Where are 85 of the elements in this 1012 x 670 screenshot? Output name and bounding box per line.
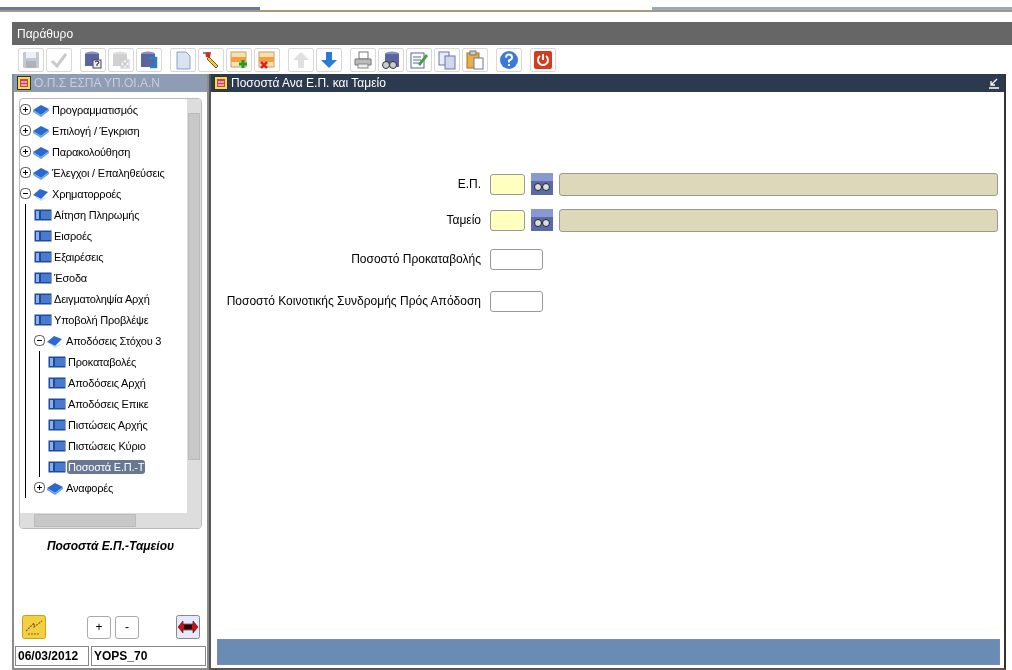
tree-item[interactable]: Αποδόσεις Επικε [67,396,150,411]
tree-item[interactable]: Χρηματορροές [51,186,123,201]
form-caption: Ποσοστά Ε.Π.-Ταμείου [45,539,176,553]
expand-icon[interactable] [20,167,31,178]
expand-icon[interactable] [34,482,45,493]
expand-icon[interactable] [20,104,31,115]
help-icon [499,50,519,70]
table-add-icon [229,50,249,70]
field-label: Ε.Π. [456,177,481,191]
status-field: 06/03/2012 [15,646,89,666]
horizontal-scrollbar[interactable] [20,513,201,528]
toolbar-button[interactable] [136,48,162,72]
input-field[interactable] [490,173,525,195]
menu-item[interactable]: Παράθυρο [17,26,74,41]
status-field: YOPS_70 [91,646,206,666]
tree-item[interactable]: Προκαταβολές [67,354,138,369]
tree-item[interactable]: Έλεγχοι / Επαληθεύσεις [51,165,166,180]
binoculars-icon [531,173,553,195]
tree-item[interactable]: Αναφορές [65,480,115,495]
database-question-icon [83,50,103,70]
app-icon [17,76,31,90]
description-field[interactable] [559,172,998,196]
toolbar-button[interactable] [80,48,106,72]
expand-icon[interactable] [20,146,31,157]
toolbar-button[interactable] [316,48,342,72]
collapse-icon[interactable] [34,335,45,346]
vertical-scrollbar[interactable] [187,99,201,513]
binoculars-icon [531,209,553,231]
tree-item[interactable]: Αποδόσεις Στόχου 3 [65,333,163,348]
paste-icon [465,50,485,70]
expand-icon[interactable] [20,125,31,136]
collapse-icon[interactable] [20,188,31,199]
notepad-pencil-icon [409,50,429,70]
lightning-icon [22,615,46,639]
toolbar-button[interactable] [378,48,404,72]
tree-item[interactable]: Εξαιρέσεις [53,249,105,264]
small-button[interactable]: - [115,615,139,639]
check-icon [49,50,69,70]
field-label: Ποσοστό Προκαταβολής [350,252,481,266]
tree-item[interactable]: Δειγματοληψία Αρχή [53,291,151,306]
description-field[interactable] [559,208,998,232]
window-title: Ποσοστά Ανα Ε.Π. και Ταμείο [231,76,386,90]
toolbar-button[interactable] [406,48,432,72]
field-label: Ποσοστό Κοινοτικής Συνδρομής Πρός Απόδοση [225,294,481,308]
toolbar-button[interactable] [496,48,522,72]
input-field[interactable] [490,290,543,312]
panel-title: Ο.Π.Σ ΕΣΠΑ ΥΠ.ΟΙ.Α.Ν [34,76,160,90]
document-icon [173,50,193,70]
tree-item[interactable]: Αποδόσεις Αρχή [67,375,147,390]
database-binoculars-icon [381,50,401,70]
power-icon [533,50,553,70]
tree-item[interactable]: Επιλογή / Έγκριση [51,123,141,138]
save-icon [21,50,41,70]
database-delete-icon [111,50,131,70]
minimize-icon[interactable] [988,77,1000,89]
tree-item[interactable]: Προγραμματισμός [51,102,139,117]
input-field[interactable] [490,248,543,270]
toolbar-button[interactable] [254,48,280,72]
field-label: Ταμείο [445,213,481,227]
app-icon [214,76,228,90]
toolbar-button[interactable] [198,48,224,72]
pencil-icon [201,50,221,70]
table-delete-icon [257,50,277,70]
tree-item[interactable]: Παρακολούθηση [51,144,132,159]
tree-item[interactable]: Εισροές [53,228,93,243]
tree-item[interactable]: Πιστώσεις Κύριο [67,438,147,453]
tree-item[interactable]: Έσοδα [53,270,88,285]
exit-button[interactable] [175,614,201,640]
tree-item[interactable]: Ποσοστά Ε.Π.-Τ [67,459,146,474]
input-field[interactable] [490,209,525,231]
exit-sign-icon [176,615,200,639]
tree-item[interactable]: Υποβολή Προβλέψε [53,312,150,327]
down-arrow-icon [319,50,339,70]
up-arrow-icon [291,50,311,70]
tree-item[interactable]: Πιστώσεις Αρχής [67,417,149,432]
tool-button[interactable] [21,614,47,640]
database-arrow-icon [139,50,159,70]
copy-icon [437,50,457,70]
toolbar-button[interactable] [226,48,252,72]
lookup-button[interactable] [531,209,553,231]
toolbar-button[interactable] [530,48,556,72]
lookup-button[interactable] [531,173,553,195]
small-button[interactable]: + [87,615,111,639]
tree-item[interactable]: Αίτηση Πληρωμής [53,207,141,222]
printer-icon [353,50,373,70]
